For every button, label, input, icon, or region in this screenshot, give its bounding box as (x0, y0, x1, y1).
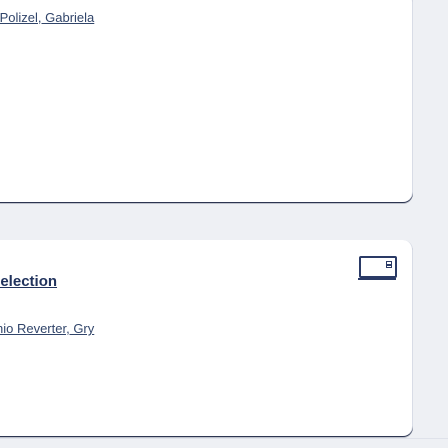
expand-window-icon (386, 261, 392, 268)
next-card-edge (0, 438, 448, 448)
result-card: ̱ Polizel, Gabriela (0, 0, 413, 202)
author-link[interactable]: ̱ Polizel, Gabriela (0, 10, 94, 25)
results-viewport: ̱ Polizel, Gabriela selection nio Revert… (0, 0, 448, 448)
author-link[interactable]: nio Reverter, Gry (0, 321, 94, 336)
result-title-link[interactable]: selection (0, 273, 57, 290)
expand-button[interactable] (358, 256, 397, 280)
result-card: selection nio Reverter, Gry (0, 240, 413, 436)
